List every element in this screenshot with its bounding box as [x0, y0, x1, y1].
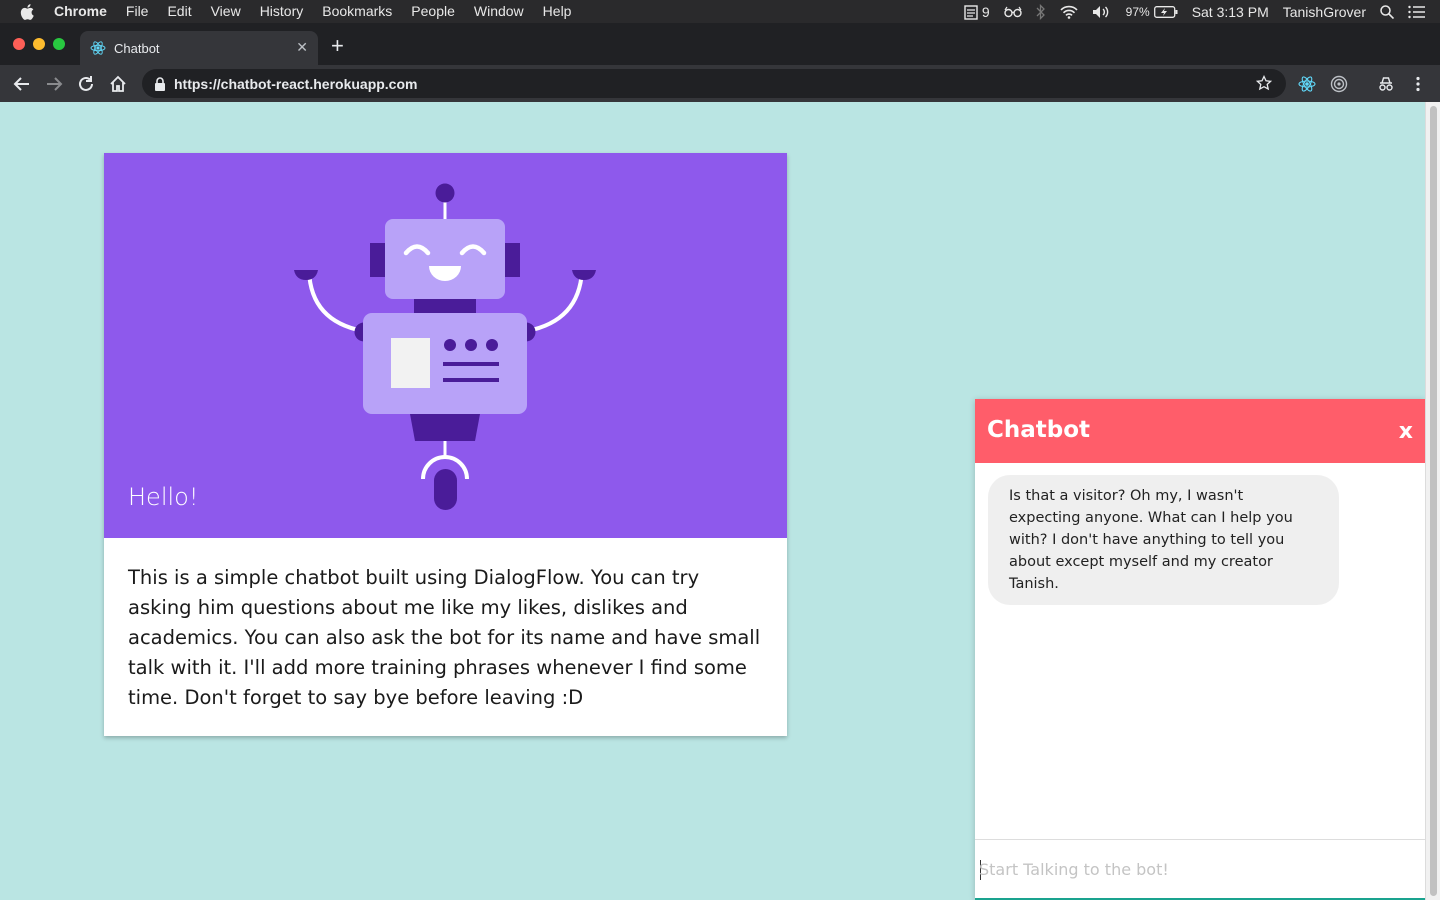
- menu-history[interactable]: History: [260, 0, 304, 23]
- intro-card: Hello! This is a simple chatbot built us…: [104, 153, 787, 736]
- page-viewport: Hello! This is a simple chatbot built us…: [0, 102, 1440, 900]
- scrollbar-thumb[interactable]: [1430, 106, 1437, 896]
- tab-chatbot[interactable]: Chatbot ✕: [80, 31, 318, 65]
- tab-close-icon[interactable]: ✕: [296, 39, 308, 56]
- incognito-profile-icon[interactable]: [1377, 75, 1395, 93]
- chat-messages[interactable]: Is that a visitor? Oh my, I wasn't expec…: [975, 463, 1425, 839]
- volume-icon[interactable]: [1092, 5, 1112, 19]
- glasses-icon[interactable]: [1003, 6, 1022, 18]
- macos-menu-bar: Chrome File Edit View History Bookmarks …: [0, 0, 1440, 23]
- chat-title: Chatbot: [987, 417, 1091, 443]
- card-hero: Hello!: [104, 153, 787, 538]
- card-hero-title: Hello!: [128, 483, 199, 511]
- menu-window[interactable]: Window: [474, 0, 524, 23]
- tab-strip: Chatbot ✕ +: [0, 23, 1440, 65]
- bluetooth-icon[interactable]: [1036, 3, 1046, 20]
- menu-bookmarks[interactable]: Bookmarks: [322, 0, 392, 23]
- notes-count: 9: [981, 3, 990, 20]
- window-fullscreen-button[interactable]: [53, 38, 65, 50]
- url-host: chatbot-react.herokuapp.com: [220, 75, 418, 92]
- chat-input-area: [975, 839, 1425, 900]
- chat-widget: Chatbot x Is that a visitor? Oh my, I wa…: [975, 399, 1425, 900]
- user-name[interactable]: TanishGrover: [1283, 4, 1366, 20]
- chat-header: Chatbot x: [975, 399, 1425, 463]
- menu-file[interactable]: File: [126, 0, 149, 23]
- tab-title: Chatbot: [114, 40, 160, 56]
- url-text[interactable]: https://chatbot-react.herokuapp.com: [174, 76, 417, 92]
- bookmark-star-icon[interactable]: [1256, 75, 1272, 91]
- menu-help[interactable]: Help: [543, 0, 572, 23]
- menu-view[interactable]: View: [211, 0, 241, 23]
- notes-icon: [964, 4, 978, 20]
- react-favicon-icon: [90, 41, 106, 55]
- spotlight-search-icon[interactable]: [1380, 4, 1394, 19]
- browser-toolbar: https://chatbot-react.herokuapp.com: [0, 65, 1440, 102]
- chrome-menu-icon[interactable]: [1409, 75, 1427, 93]
- bot-message: Is that a visitor? Oh my, I wasn't expec…: [988, 475, 1339, 605]
- battery-percent: 97%: [1125, 4, 1150, 19]
- window-minimize-button[interactable]: [33, 38, 45, 50]
- lock-icon[interactable]: [154, 76, 166, 91]
- wifi-icon[interactable]: [1060, 5, 1078, 19]
- target-extension-icon[interactable]: [1330, 75, 1348, 93]
- react-devtools-extension-icon[interactable]: [1298, 75, 1316, 93]
- card-description: This is a simple chatbot built using Dia…: [128, 566, 761, 709]
- url-protocol: https://: [174, 75, 221, 92]
- page-scrollbar[interactable]: [1425, 102, 1440, 900]
- window-close-button[interactable]: [13, 38, 25, 50]
- status-area: 9 97% Sat 3:13 PM TanishGrover: [964, 0, 1440, 23]
- battery-status[interactable]: 97%: [1126, 5, 1178, 19]
- battery-icon: [1153, 5, 1178, 18]
- chat-close-button[interactable]: x: [1399, 419, 1413, 444]
- new-tab-button[interactable]: +: [331, 35, 344, 57]
- forward-arrow-icon[interactable]: [44, 74, 64, 94]
- address-bar[interactable]: https://chatbot-react.herokuapp.com: [142, 69, 1286, 98]
- clock[interactable]: Sat 3:13 PM: [1192, 4, 1269, 20]
- back-arrow-icon[interactable]: [12, 74, 32, 94]
- apple-icon[interactable]: [20, 3, 38, 20]
- menu-app-name[interactable]: Chrome: [54, 0, 107, 23]
- menu-people[interactable]: People: [411, 0, 455, 23]
- chat-input[interactable]: [979, 854, 1419, 884]
- notes-status[interactable]: 9: [964, 4, 990, 20]
- reload-icon[interactable]: [76, 74, 96, 94]
- notification-center-icon[interactable]: [1408, 5, 1426, 19]
- home-icon[interactable]: [108, 74, 128, 94]
- menu-edit[interactable]: Edit: [167, 0, 191, 23]
- robot-illustration: [294, 183, 596, 510]
